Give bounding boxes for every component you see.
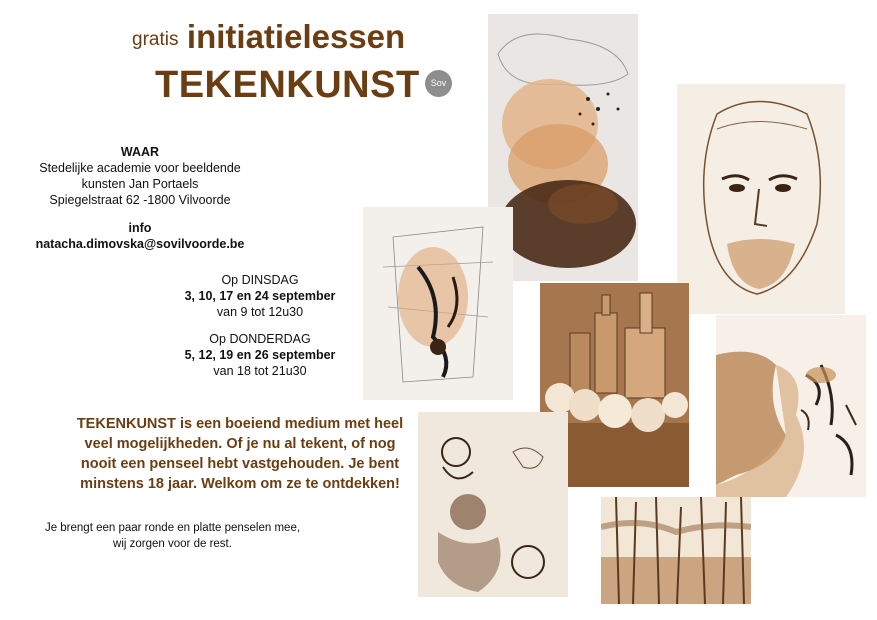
title-initiatielessen: initiatielessen bbox=[186, 18, 406, 55]
artwork-figure-studies bbox=[418, 412, 568, 597]
contact-email[interactable]: natacha.dimovska@sovilvoorde.be bbox=[20, 236, 260, 252]
description-line-2: veel mogelijkheden. Of je nu al tekent, … bbox=[84, 436, 396, 452]
thursday-label: Op DONDERDAG bbox=[209, 332, 311, 346]
title-gratis: gratis bbox=[132, 29, 179, 50]
footer-note: Je brengt een paar ronde en platte pense… bbox=[20, 520, 325, 552]
address-line-2: kunsten Jan Portaels bbox=[81, 177, 199, 191]
thursday-dates: 5, 12, 19 en 26 september bbox=[184, 348, 336, 362]
artwork-portrait-sketch bbox=[677, 84, 845, 314]
info-label: info bbox=[128, 221, 152, 235]
description-line-1: TEKENKUNST is een boeiend medium met hee… bbox=[76, 416, 404, 432]
waar-label: WAAR bbox=[120, 145, 160, 159]
sov-logo: Sov bbox=[425, 70, 452, 97]
page-title: gratis initiatielessen bbox=[132, 18, 405, 56]
footer-line-2: wij zorgen voor de rest. bbox=[113, 538, 232, 550]
tuesday-label: Op DINSDAG bbox=[221, 273, 299, 287]
description-line-4: minstens 18 jaar. Welkom om ze te ontdek… bbox=[80, 476, 400, 492]
page-subtitle: TEKENKUNST bbox=[155, 64, 420, 106]
tuesday-dates: 3, 10, 17 en 24 september bbox=[184, 289, 336, 303]
info-block: WAAR Stedelijke academie voor beeldende … bbox=[20, 144, 260, 252]
artwork-forest-sketch bbox=[601, 497, 751, 604]
footer-line-1: Je brengt een paar ronde en platte pense… bbox=[44, 522, 301, 534]
address-line-3: Spiegelstraat 62 -1800 Vilvoorde bbox=[49, 193, 231, 207]
artwork-ink-sketch bbox=[363, 207, 513, 400]
description: TEKENKUNST is een boeiend medium met hee… bbox=[70, 414, 410, 494]
description-line-3: nooit een penseel hebt vastgehouden. Je … bbox=[80, 456, 400, 472]
address-line-1: Stedelijke academie voor beeldende bbox=[39, 161, 241, 175]
schedule-thursday: Op DONDERDAG 5, 12, 19 en 26 september v… bbox=[170, 331, 350, 379]
tuesday-time: van 9 tot 12u30 bbox=[216, 305, 304, 319]
artwork-landscape-watercolor bbox=[716, 315, 866, 497]
thursday-time: van 18 tot 21u30 bbox=[213, 364, 307, 378]
schedule-tuesday: Op DINSDAG 3, 10, 17 en 24 september van… bbox=[170, 272, 350, 320]
